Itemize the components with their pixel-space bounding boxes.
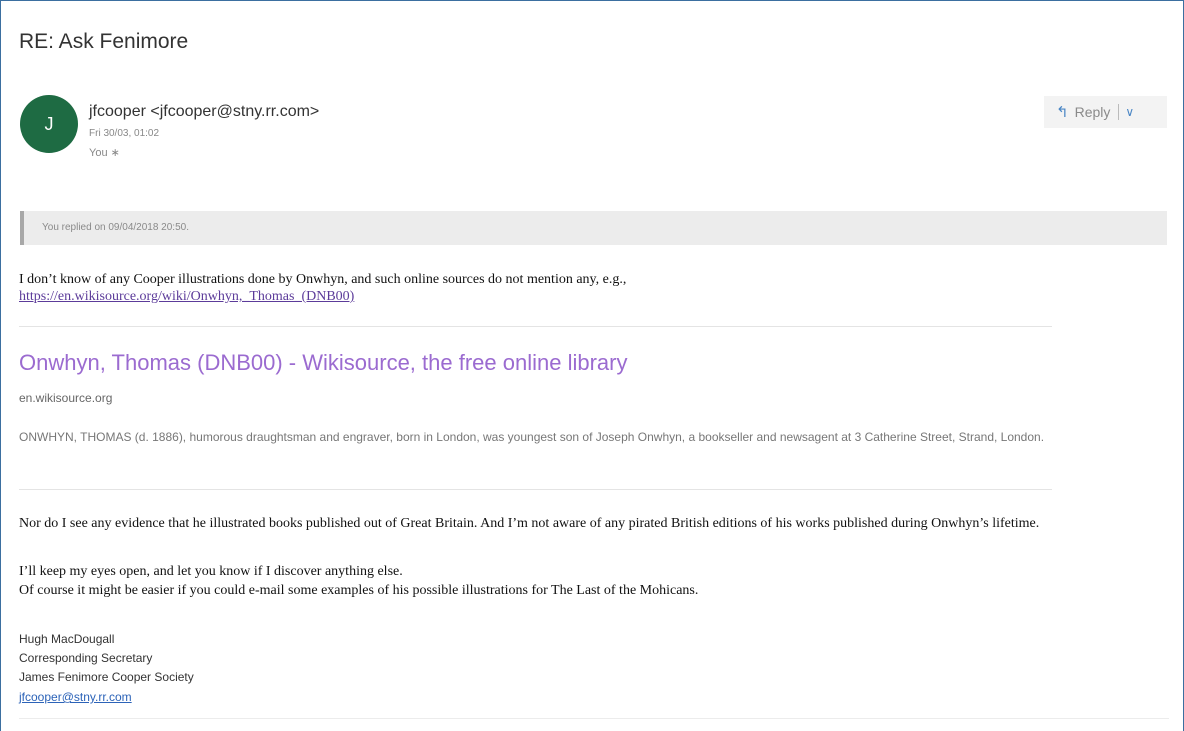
body-paragraph: Of course it might be easier if you coul… <box>19 583 699 598</box>
preview-divider-bottom <box>19 489 1052 490</box>
body-text-line: I don’t know of any Cooper illustrations… <box>19 272 627 287</box>
signature-org: James Fenimore Cooper Society <box>19 670 194 684</box>
reply-button[interactable]: ↰ Reply <box>1044 96 1118 128</box>
wikisource-link[interactable]: https://en.wikisource.org/wiki/Onwhyn,_T… <box>19 289 354 305</box>
link-preview-domain: en.wikisource.org <box>19 391 113 405</box>
sender-avatar[interactable]: J <box>20 95 78 153</box>
reply-label: Reply <box>1074 104 1111 120</box>
email-subject: RE: Ask Fenimore <box>19 30 189 53</box>
sent-date: Fri 30/03, 01:02 <box>89 128 160 139</box>
avatar-initial: J <box>44 113 54 134</box>
footer-divider <box>19 718 1169 719</box>
preview-divider-top <box>19 326 1052 327</box>
sender-name[interactable]: jfcooper <jfcooper@stny.rr.com> <box>89 103 319 121</box>
chevron-down-icon[interactable]: ∨ <box>1119 105 1142 119</box>
body-paragraph: Nor do I see any evidence that he illust… <box>19 516 1040 531</box>
link-preview-title[interactable]: Onwhyn, Thomas (DNB00) - Wikisource, the… <box>19 350 627 376</box>
replied-notice[interactable]: You replied on 09/04/2018 20:50. <box>20 211 1167 245</box>
body-paragraph: I’ll keep my eyes open, and let you know… <box>19 564 403 579</box>
signature-email-link[interactable]: jfcooper@stny.rr.com <box>19 690 132 704</box>
link-preview-description: ONWHYN, THOMAS (d. 1886), humorous draug… <box>19 430 1045 444</box>
reply-button-group: ↰ Reply ∨ <box>1044 96 1167 128</box>
signature-title: Corresponding Secretary <box>19 651 153 665</box>
reply-arrow-icon: ↰ <box>1056 104 1069 121</box>
signature-name: Hugh MacDougall <box>19 632 115 646</box>
recipients-line[interactable]: You ∗ <box>89 146 120 159</box>
